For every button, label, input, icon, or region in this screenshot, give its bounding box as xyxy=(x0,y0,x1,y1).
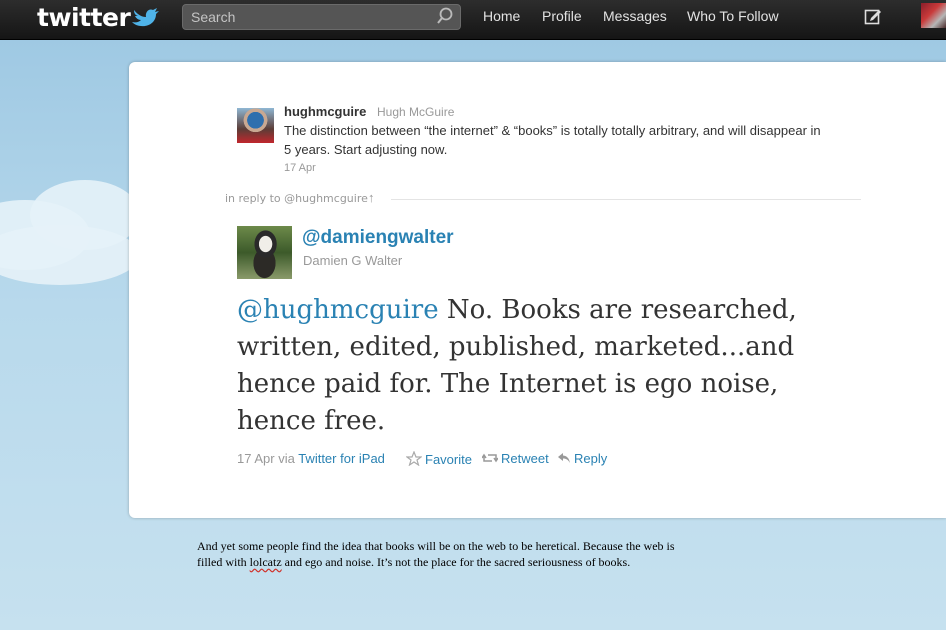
compose-icon[interactable] xyxy=(864,7,882,25)
search-input[interactable] xyxy=(182,4,461,30)
tweet-permalink-card: hughmcguire Hugh McGuire The distinction… xyxy=(129,62,946,518)
caption-part: and ego and noise. It’s not the place fo… xyxy=(281,555,631,569)
reply-button[interactable]: Reply xyxy=(557,451,607,466)
cloud xyxy=(0,225,140,285)
client-link[interactable]: Twitter for iPad xyxy=(298,451,385,466)
nav-who-to-follow[interactable]: Who To Follow xyxy=(687,8,779,24)
twitter-bird-icon xyxy=(132,8,159,27)
in-reply-to-link[interactable]: in reply to @hughmcguire xyxy=(225,192,368,205)
mention-link[interactable]: @hughmcguire xyxy=(237,295,439,325)
favorite-label: Favorite xyxy=(425,452,472,467)
reply-icon xyxy=(558,453,570,463)
reply-tweet-avatar[interactable] xyxy=(237,226,292,279)
reply-tweet-username[interactable]: @damiengwalter xyxy=(302,227,454,249)
search-icon[interactable] xyxy=(436,7,454,25)
twitter-logo[interactable]: twitter xyxy=(37,3,131,32)
top-navigation-bar: twitter Home Profile Messages Who To Fol… xyxy=(0,0,946,40)
up-arrow-icon[interactable]: ↑ xyxy=(368,190,375,205)
original-tweet-username[interactable]: hughmcguire xyxy=(284,104,366,119)
original-tweet-avatar[interactable] xyxy=(237,108,274,143)
tweet-meta: 17 Apr via Twitter for iPad xyxy=(237,451,385,466)
misspelled-word: lolcatz xyxy=(249,555,282,569)
original-tweet-fullname: Hugh McGuire xyxy=(377,105,455,119)
original-tweet-text: The distinction between “the internet” &… xyxy=(284,123,821,157)
user-avatar[interactable] xyxy=(921,3,946,28)
retweet-button[interactable]: Retweet xyxy=(481,451,549,466)
nav-profile[interactable]: Profile xyxy=(542,8,582,24)
retweet-icon xyxy=(481,453,499,463)
favorite-button[interactable]: Favorite xyxy=(405,450,472,467)
reply-tweet-text: @hughmcguire No. Books are researched, w… xyxy=(237,292,857,440)
divider xyxy=(391,199,861,200)
reply-label: Reply xyxy=(574,451,608,466)
nav-home[interactable]: Home xyxy=(483,8,520,24)
original-tweet-date[interactable]: 17 Apr xyxy=(284,162,316,174)
caption-text: And yet some people find the idea that b… xyxy=(197,538,687,570)
reply-tweet-fullname: Damien G Walter xyxy=(303,253,403,268)
star-icon xyxy=(405,450,423,467)
nav-messages[interactable]: Messages xyxy=(603,8,667,24)
retweet-label: Retweet xyxy=(501,451,549,466)
tweet-date[interactable]: 17 Apr via xyxy=(237,451,298,466)
